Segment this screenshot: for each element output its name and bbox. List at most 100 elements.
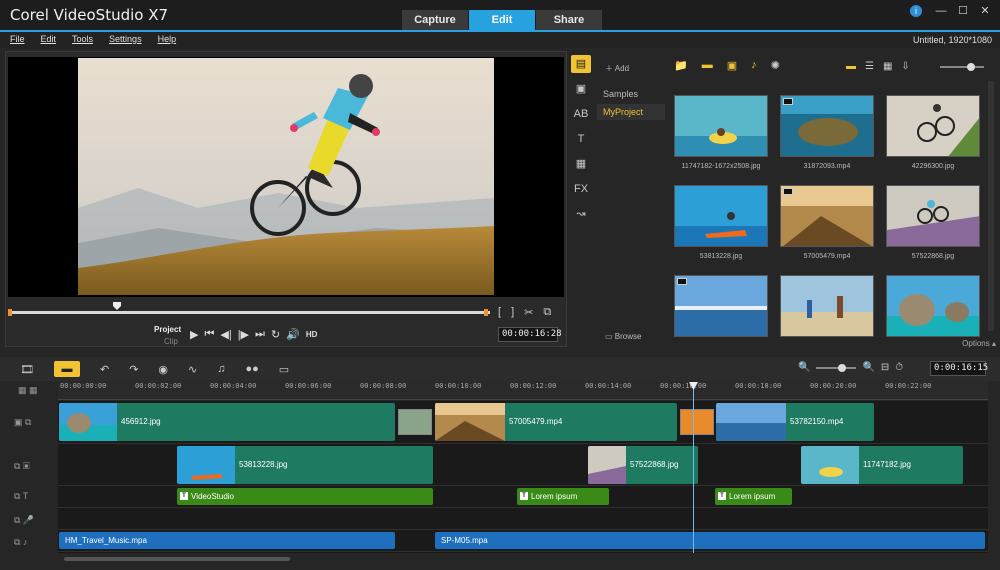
fit-project-icon[interactable]: ⊟ (881, 362, 889, 373)
details-view-icon[interactable]: ☰ (865, 61, 874, 72)
audio-clip[interactable]: HM_Travel_Music.mpa (59, 532, 395, 549)
zoom-out-icon[interactable]: 🔍 (798, 362, 810, 373)
end-icon[interactable]: ⏭ (255, 328, 265, 341)
music-track-header-icon[interactable]: ⧉ ♪ (14, 537, 27, 548)
media-item[interactable] (780, 275, 874, 343)
trim-end-marker[interactable] (484, 309, 488, 316)
library-scrollbar[interactable] (988, 81, 994, 331)
folder-samples[interactable]: Samples (597, 86, 665, 102)
media-icon[interactable]: ▤ (571, 55, 591, 73)
home-icon[interactable]: ⏮ (204, 328, 214, 341)
motion-tracking-icon[interactable]: ●● (245, 363, 258, 375)
undo-icon[interactable]: ↶ (100, 363, 109, 376)
timeline-timecode[interactable]: 0:00:16:15 (930, 361, 988, 376)
clip-mode-label[interactable]: Clip (164, 337, 178, 346)
previous-frame-icon[interactable]: ◀| (220, 328, 231, 341)
voice-track-header-icon[interactable]: ⧉ 🎤 (14, 515, 34, 526)
overlay-track-header-icon[interactable]: ⧉ ▣ (14, 461, 30, 472)
thumbnail-size-slider[interactable] (940, 63, 984, 71)
auto-music-icon[interactable]: ♫ (217, 363, 225, 375)
audio-clip[interactable]: SP-M05.mpa (435, 532, 985, 549)
minimize-button[interactable]: — (932, 4, 950, 18)
options-toggle[interactable]: Options ▴ (962, 339, 996, 348)
project-mode-label[interactable]: Project (154, 325, 181, 334)
list-view-icon[interactable]: ▬ (846, 61, 856, 72)
hd-preview-button[interactable]: HD (306, 330, 318, 339)
menu-edit[interactable]: Edit (41, 34, 57, 44)
track-manager-icon[interactable]: ▦ ▦ (18, 385, 38, 396)
subtitle-editor-icon[interactable]: ▭ (279, 363, 289, 376)
tab-share[interactable]: Share (536, 10, 602, 30)
thumbnail-view-icon[interactable]: ▦ (883, 61, 892, 72)
menu-settings[interactable]: Settings (109, 34, 142, 44)
sort-icon[interactable]: ⇩ (901, 61, 909, 72)
video-track-header-icon[interactable]: ▣ ⧉ (14, 417, 31, 428)
close-button[interactable]: ✕ (976, 4, 994, 18)
path-icon[interactable]: ↝ (571, 205, 591, 223)
player-timecode[interactable]: 00:00:16:28 (498, 327, 562, 342)
sound-mixer-icon[interactable]: ∿ (188, 363, 197, 376)
menu-file[interactable]: File (10, 34, 25, 44)
play-icon[interactable]: ▶ (190, 328, 198, 341)
enlarge-icon[interactable]: ⧉ (543, 306, 551, 319)
instant-project-icon[interactable]: ▣ (571, 80, 591, 98)
preview-window[interactable] (8, 57, 564, 297)
filter-fx-icon[interactable]: FX (571, 180, 591, 198)
mark-out-button[interactable]: ] (511, 306, 514, 319)
timeline-ruler[interactable]: 00:00:00:00 00:00:02:00 00:00:04:00 00:0… (58, 381, 988, 400)
media-item[interactable]: 42296300.jpg (886, 95, 980, 170)
menu-tools[interactable]: Tools (72, 34, 93, 44)
timeline-scrollbar[interactable] (64, 557, 290, 561)
project-duration-icon[interactable]: ⏱ (895, 362, 903, 373)
folder-myproject[interactable]: MyProject (597, 104, 665, 120)
media-item[interactable]: 57522868.jpg (886, 185, 980, 260)
redo-icon[interactable]: ↷ (129, 363, 138, 376)
add-folder-button[interactable]: ＋ Add (605, 63, 665, 74)
overlay-clip[interactable]: 57522868.jpg (588, 446, 698, 484)
timeline-view-icon[interactable]: ▬ (53, 361, 80, 377)
title-track-header-icon[interactable]: ⧉ T (14, 491, 28, 502)
tab-capture[interactable]: Capture (402, 10, 468, 30)
scrub-handle[interactable] (113, 302, 121, 310)
tab-edit[interactable]: Edit (469, 10, 535, 30)
media-item[interactable] (674, 275, 768, 343)
show-photos-icon[interactable]: ▣ (727, 59, 737, 72)
title-clip[interactable]: T Lorem ipsum (517, 488, 609, 505)
zoom-slider[interactable] (816, 363, 857, 372)
maximize-button[interactable]: ☐ (954, 4, 972, 18)
video-clip[interactable]: 57005479.mp4 (435, 403, 677, 441)
record-capture-icon[interactable]: ◉ (158, 363, 168, 376)
volume-icon[interactable]: 🔊 (286, 328, 300, 341)
title-clip[interactable]: T Lorem ipsum (715, 488, 792, 505)
menu-help[interactable]: Help (158, 34, 177, 44)
media-item[interactable]: 57005479.mp4 (780, 185, 874, 260)
browse-button[interactable]: ▭ Browse (605, 332, 641, 341)
next-frame-icon[interactable]: |▶ (238, 328, 249, 341)
scrub-bar[interactable] (10, 311, 490, 314)
storyboard-view-icon[interactable]: 🎞 (20, 363, 34, 376)
show-audio-icon[interactable]: ♪ (751, 59, 757, 72)
graphic-icon[interactable]: ▦ (571, 155, 591, 173)
overlay-clip[interactable]: 53813228.jpg (177, 446, 433, 484)
media-item[interactable]: 31872093.mp4 (780, 95, 874, 170)
info-icon[interactable]: i (910, 5, 922, 17)
media-item[interactable]: 11747182-1672x2508.jpg (674, 95, 768, 170)
transition-clip[interactable] (398, 409, 432, 435)
mark-in-button[interactable]: [ (498, 306, 501, 319)
title-clip[interactable]: T VideoStudio (177, 488, 433, 505)
import-folder-icon[interactable]: 📁 (674, 59, 688, 72)
video-clip[interactable]: 53782150.mp4 (716, 403, 874, 441)
split-clip-icon[interactable]: ✂ (524, 306, 533, 319)
title-icon[interactable]: T (571, 130, 591, 148)
video-clip[interactable]: 456912.jpg (59, 403, 395, 441)
transition-icon[interactable]: AB (571, 105, 591, 123)
media-item[interactable]: 53813228.jpg (674, 185, 768, 260)
media-item[interactable] (886, 275, 980, 343)
repeat-icon[interactable]: ↻ (271, 328, 280, 341)
zoom-in-icon[interactable]: 🔍 (862, 362, 874, 373)
show-videos-icon[interactable]: ▬ (702, 59, 713, 72)
overlay-clip[interactable]: 11747182.jpg (801, 446, 963, 484)
playhead-line[interactable] (693, 385, 694, 553)
trim-start-marker[interactable] (8, 309, 12, 316)
show-library-icon[interactable]: ✺ (771, 59, 780, 72)
